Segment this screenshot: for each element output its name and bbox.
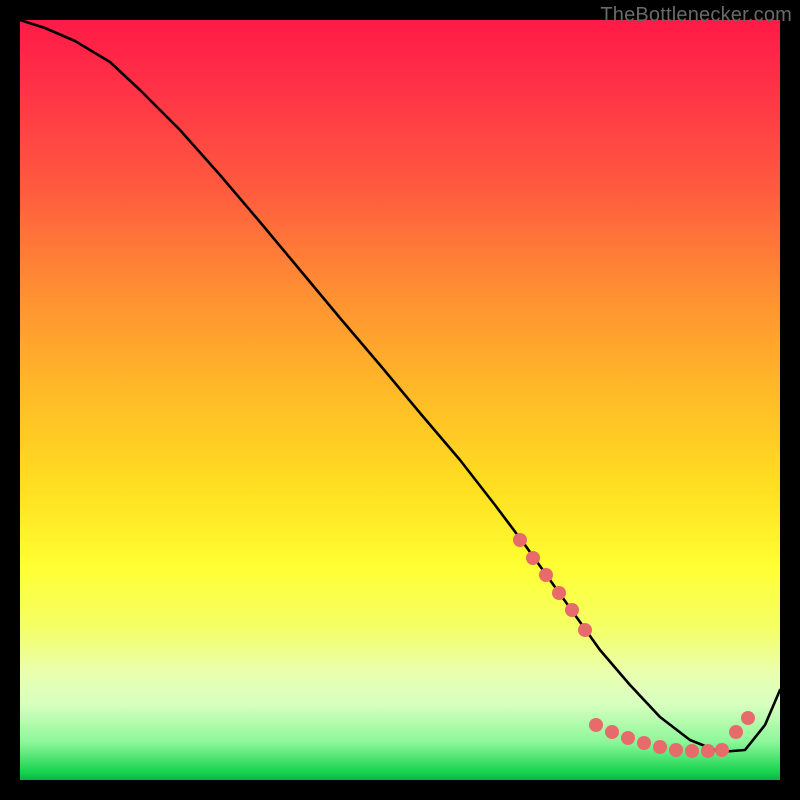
marker-dot xyxy=(526,551,540,565)
marker-dot xyxy=(741,711,755,725)
marker-dot xyxy=(605,725,619,739)
valley-markers xyxy=(513,533,755,758)
marker-dot xyxy=(653,740,667,754)
marker-dot xyxy=(685,744,699,758)
marker-dot xyxy=(513,533,527,547)
curve-line xyxy=(20,20,780,752)
marker-dot xyxy=(715,743,729,757)
marker-dot xyxy=(729,725,743,739)
marker-dot xyxy=(578,623,592,637)
chart-frame: TheBottlenecker.com xyxy=(0,0,800,800)
marker-dot xyxy=(539,568,553,582)
plot-area xyxy=(20,20,780,780)
marker-dot xyxy=(565,603,579,617)
marker-dot xyxy=(669,743,683,757)
marker-dot xyxy=(589,718,603,732)
watermark-text: TheBottlenecker.com xyxy=(600,4,792,27)
marker-dot xyxy=(552,586,566,600)
marker-dot xyxy=(701,744,715,758)
marker-dot xyxy=(621,731,635,745)
marker-dot xyxy=(637,736,651,750)
chart-svg xyxy=(20,20,780,780)
